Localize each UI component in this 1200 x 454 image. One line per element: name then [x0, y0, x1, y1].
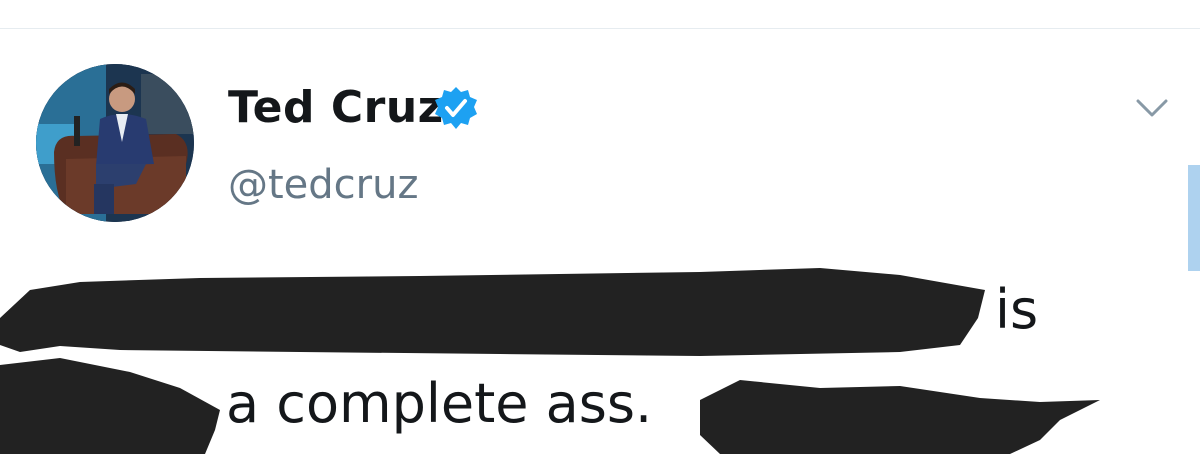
redaction-mark-3: [700, 380, 1100, 454]
redaction-marks: [0, 268, 1100, 454]
redaction-mark-2: [0, 358, 220, 454]
redaction-mark-1: [0, 268, 985, 356]
